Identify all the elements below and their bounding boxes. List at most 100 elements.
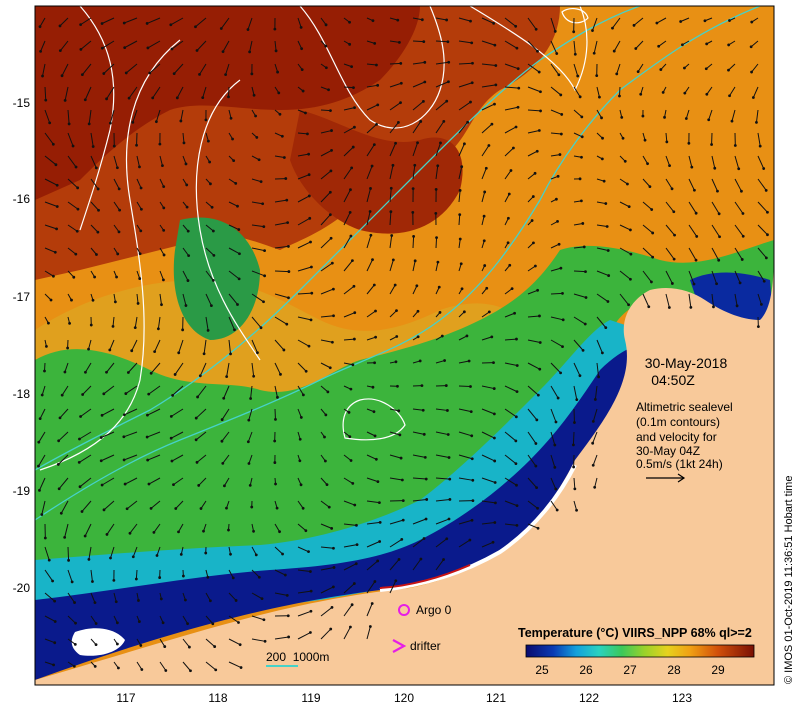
velocity-vector-head xyxy=(684,117,688,120)
velocity-vector-head xyxy=(400,538,404,541)
velocity-vector-head xyxy=(309,631,312,634)
velocity-vector-head xyxy=(751,96,755,99)
velocity-vector-head xyxy=(278,112,282,116)
velocity-vector-head xyxy=(712,305,715,309)
lat-tick-label: -19 xyxy=(13,484,31,498)
velocity-vector-head xyxy=(123,46,127,50)
velocity-vector-head xyxy=(415,284,419,288)
velocity-vector-head xyxy=(116,666,120,670)
velocity-vector-head xyxy=(328,366,332,370)
velocity-vector-head xyxy=(737,167,741,171)
colorbar-tick-25: 25 xyxy=(535,663,549,677)
velocity-vector-head xyxy=(146,46,150,50)
velocity-vector-head xyxy=(351,259,354,263)
velocity-vector-head xyxy=(424,517,428,521)
velocity-vector-head xyxy=(514,439,518,443)
velocity-vector-head xyxy=(717,258,721,262)
velocity-vector-head xyxy=(673,233,676,237)
velocity-vector-head xyxy=(229,116,233,120)
velocity-vector-head xyxy=(140,668,144,671)
velocity-vector-head xyxy=(514,125,518,129)
velocity-vector-head xyxy=(51,142,55,146)
velocity-vector-head xyxy=(122,413,126,417)
velocity-vector-head xyxy=(728,19,731,22)
velocity-vector-head xyxy=(391,163,395,167)
velocity-vector-head xyxy=(749,45,753,49)
velocity-vector-head xyxy=(421,408,425,412)
velocity-vector-head xyxy=(374,309,377,313)
velocity-vector-head xyxy=(394,141,397,145)
velocity-vector-head xyxy=(94,166,98,170)
velocity-vector-head xyxy=(517,86,521,90)
velocity-vector-head xyxy=(76,207,80,211)
velocity-vector-head xyxy=(750,70,753,74)
velocity-vector-head xyxy=(78,485,82,489)
velocity-vector-head xyxy=(515,390,519,394)
velocity-vector-head xyxy=(469,100,472,104)
velocity-vector-head xyxy=(331,287,335,291)
velocity-vector-head xyxy=(515,504,519,508)
map-panel[interactable]: 30-May-2018 04:50Z Altimetric sealevel (… xyxy=(35,6,774,685)
velocity-vector-head xyxy=(399,456,403,460)
velocity-vector-head xyxy=(162,253,166,257)
velocity-vector-head xyxy=(330,605,334,609)
velocity-vector-head xyxy=(581,348,585,352)
velocity-vector-head xyxy=(470,518,474,522)
velocity-vector-head xyxy=(692,282,696,286)
velocity-vector-head xyxy=(445,18,449,22)
velocity-vector-head xyxy=(694,258,698,262)
velocity-vector-head xyxy=(659,68,663,71)
velocity-vector-head xyxy=(591,419,595,423)
velocity-vector-head xyxy=(286,221,290,225)
velocity-vector-head xyxy=(683,66,686,70)
velocity-vector-head xyxy=(494,64,498,67)
colorbar-title: Temperature (°C) VIIRS_NPP 68% ql>=2 xyxy=(518,626,752,640)
velocity-vector-head xyxy=(224,73,228,77)
velocity-vector-head xyxy=(169,436,173,440)
velocity-vector-head xyxy=(353,311,357,315)
velocity-vector-head xyxy=(122,435,126,439)
velocity-vector-head xyxy=(422,537,426,540)
velocity-vector-head xyxy=(93,601,97,605)
velocity-vector-head xyxy=(649,280,653,284)
velocity-vector-head xyxy=(372,143,376,147)
velocity-vector-head xyxy=(355,543,359,546)
colorbar xyxy=(525,644,755,658)
velocity-vector-head xyxy=(89,323,93,327)
velocity-vector-head xyxy=(704,67,708,71)
velocity-vector-head xyxy=(100,22,104,25)
velocity-vector-head xyxy=(393,283,397,287)
velocity-vector-head xyxy=(47,558,51,562)
velocity-vector-head xyxy=(309,609,313,613)
velocity-vector-head xyxy=(397,558,401,561)
velocity-vector-head xyxy=(536,393,540,397)
velocity-vector-head xyxy=(285,322,289,326)
velocity-vector-head xyxy=(76,186,80,190)
velocity-vector-head xyxy=(246,28,250,31)
velocity-vector-head xyxy=(727,68,730,72)
velocity-vector-head xyxy=(371,19,375,23)
velocity-vector-head xyxy=(130,349,134,353)
velocity-vector-head xyxy=(420,18,424,22)
velocity-vector-head xyxy=(447,517,451,521)
velocity-vector-head xyxy=(260,597,264,601)
colorbar-tick-28: 28 xyxy=(667,663,681,677)
velocity-vector-head xyxy=(256,351,259,355)
velocity-vector-head xyxy=(651,255,655,259)
velocity-vector-head xyxy=(329,169,333,173)
velocity-vector-head xyxy=(70,298,73,302)
velocity-vector-head xyxy=(67,558,70,562)
velocity-vector-head xyxy=(324,44,328,48)
velocity-vector-head xyxy=(598,95,601,99)
velocity-vector-head xyxy=(600,157,604,161)
velocity-vector-head xyxy=(55,183,59,187)
velocity-vector-head xyxy=(350,65,354,69)
velocity-vector-head xyxy=(163,645,167,648)
velocity-vector-head xyxy=(232,159,236,162)
velocity-vector-head xyxy=(425,498,429,501)
velocity-vector-head xyxy=(259,180,263,184)
velocity-vector-head xyxy=(109,556,112,560)
velocity-vector-head xyxy=(252,529,255,533)
velocity-vector-head xyxy=(390,234,394,237)
velocity-vector-head xyxy=(446,433,450,436)
